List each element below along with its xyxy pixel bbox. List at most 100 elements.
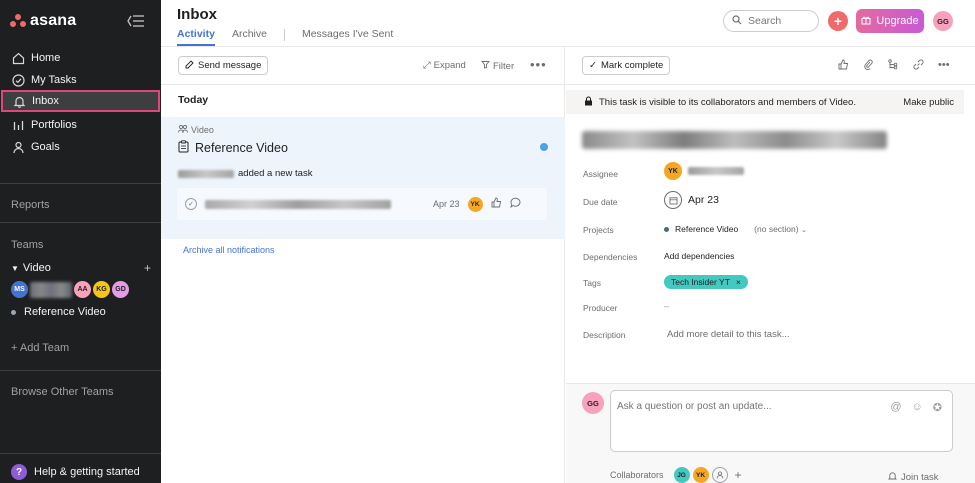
like-icon[interactable] [838,59,849,73]
tag-pill[interactable]: Tech Insider YT × [664,275,748,289]
collapse-sidebar-icon[interactable] [127,14,145,28]
nav-label: Inbox [32,95,59,107]
section-today: Today [178,94,209,106]
sidebar-divider [0,453,161,454]
assignee-field[interactable]: YK [664,162,744,180]
tags-field[interactable]: Tech Insider YT × [664,275,748,289]
assignee-label: Assignee [583,169,618,179]
send-message-label: Send message [198,60,262,71]
project-value: Reference Video [675,224,739,234]
more-options-icon[interactable]: ••• [530,57,547,72]
mention-icon[interactable]: @ [890,401,901,414]
description-field[interactable]: Add more detail to this task... [667,329,790,340]
section-value: (no section) [754,224,799,234]
task-check-icon[interactable]: ✓ [185,198,197,210]
collaborator-avatar[interactable]: YK [692,467,709,483]
make-public-button[interactable]: Make public [903,97,954,108]
attachment-icon[interactable] [863,59,874,73]
blurred-assignee-name [688,167,744,175]
nav-home[interactable]: Home [0,47,161,69]
notification-title[interactable]: Reference Video [178,140,288,156]
search-input[interactable] [748,15,810,27]
avatar: AA [74,281,91,298]
nav-my-tasks[interactable]: My Tasks [0,69,161,91]
join-task-label: Join task [901,472,939,483]
nav-portfolios[interactable]: Portfolios [0,114,161,136]
notification-card[interactable]: Video Reference Video added a new task ✓… [161,117,565,239]
collaborator-avatar[interactable]: JG [673,467,690,483]
expand-label: Expand [433,60,466,71]
like-icon[interactable] [491,197,502,211]
section-dropdown[interactable]: (no section) ⌄ [754,224,807,234]
comment-box[interactable]: @ ☺ ✪ [610,390,953,452]
add-collaborator-icon[interactable] [711,467,728,483]
browse-teams-link[interactable]: Browse Other Teams [11,386,114,398]
task-detail-pane: ✓ Mark complete ••• This task is visible… [566,47,975,483]
page-title: Inbox [177,6,217,23]
visibility-banner: This task is visible to its collaborator… [566,90,964,114]
add-team-link[interactable]: + Add Team [11,342,69,354]
blurred-task-title[interactable] [582,131,887,149]
avatar: KG [93,281,110,298]
tab-messages-sent[interactable]: Messages I've Sent [302,28,393,46]
expand-button[interactable]: ⤢ Expand [423,60,466,71]
reports-link[interactable]: Reports [11,199,50,211]
help-button[interactable]: ? Help & getting started [11,464,140,480]
emoji-icon[interactable]: ☺ [912,401,923,414]
task-due-date: Apr 23 [433,199,460,209]
home-icon [11,51,25,65]
mark-complete-button[interactable]: ✓ Mark complete [582,56,671,75]
send-message-button[interactable]: Send message [178,56,269,75]
notification-project[interactable]: Video [178,124,214,135]
more-options-icon[interactable]: ••• [938,59,950,73]
archive-all-link[interactable]: Archive all notifications [183,245,275,255]
inbox-list: Send message ⤢ Expand Filter ••• Today V… [161,47,565,483]
add-dependencies-link[interactable]: Add dependencies [664,251,734,261]
team-icon [178,124,188,135]
notification-task-row[interactable]: ✓ Apr 23 YK [177,188,547,220]
check-icon: ✓ [589,60,597,71]
project-label: Video [191,125,214,135]
remove-tag-icon[interactable]: × [736,277,741,287]
blurred-avatars [30,281,72,298]
add-to-team-icon[interactable]: + [144,261,151,275]
comment-input[interactable] [617,401,857,419]
sidebar-divider [0,183,161,184]
quick-add-button[interactable]: + [828,11,848,31]
producer-field[interactable]: – [664,301,669,312]
expand-icon: ⤢ [423,60,431,71]
person-icon [11,140,25,154]
caret-down-icon[interactable]: ▼ [11,264,19,273]
nav-inbox[interactable]: Inbox [1,90,160,112]
asana-logo[interactable]: asana [10,12,76,30]
filter-button[interactable]: Filter [481,60,514,72]
lock-icon [584,96,593,109]
user-avatar[interactable]: GG [933,11,953,31]
star-icon[interactable]: ✪ [933,401,942,414]
blurred-task-name [205,199,391,209]
due-date-label: Due date [583,197,618,207]
team-video[interactable]: ▼ Video + [11,261,151,275]
tab-activity[interactable]: Activity [177,28,215,46]
team-members[interactable]: MS AA KG GD [11,281,129,298]
sidebar: asana Home My Tasks Inbox Portfolios Goa… [0,0,161,483]
inbox-tabs: Activity Archive Messages I've Sent [177,28,410,46]
upgrade-label: Upgrade [876,15,919,27]
assignee-avatar[interactable]: YK [467,196,483,212]
add-collaborator-plus-icon[interactable]: + [735,468,742,482]
detail-actions: ••• [838,59,950,73]
search-box[interactable] [723,10,819,32]
tab-archive[interactable]: Archive [232,28,267,46]
comment-icon[interactable] [509,197,521,211]
search-icon [732,14,742,28]
projects-field[interactable]: Reference Video (no section) ⌄ [664,224,807,234]
nav-goals[interactable]: Goals [0,136,161,158]
projects-label: Projects [583,225,614,235]
subtask-icon[interactable] [888,59,899,73]
detail-toolbar: ✓ Mark complete ••• [566,47,975,85]
upgrade-button[interactable]: Upgrade [856,9,924,33]
due-date-field[interactable]: Apr 23 [664,191,719,209]
join-task-button[interactable]: Join task [888,471,939,483]
sidebar-project[interactable]: Reference Video [11,306,106,318]
link-icon[interactable] [913,59,924,73]
